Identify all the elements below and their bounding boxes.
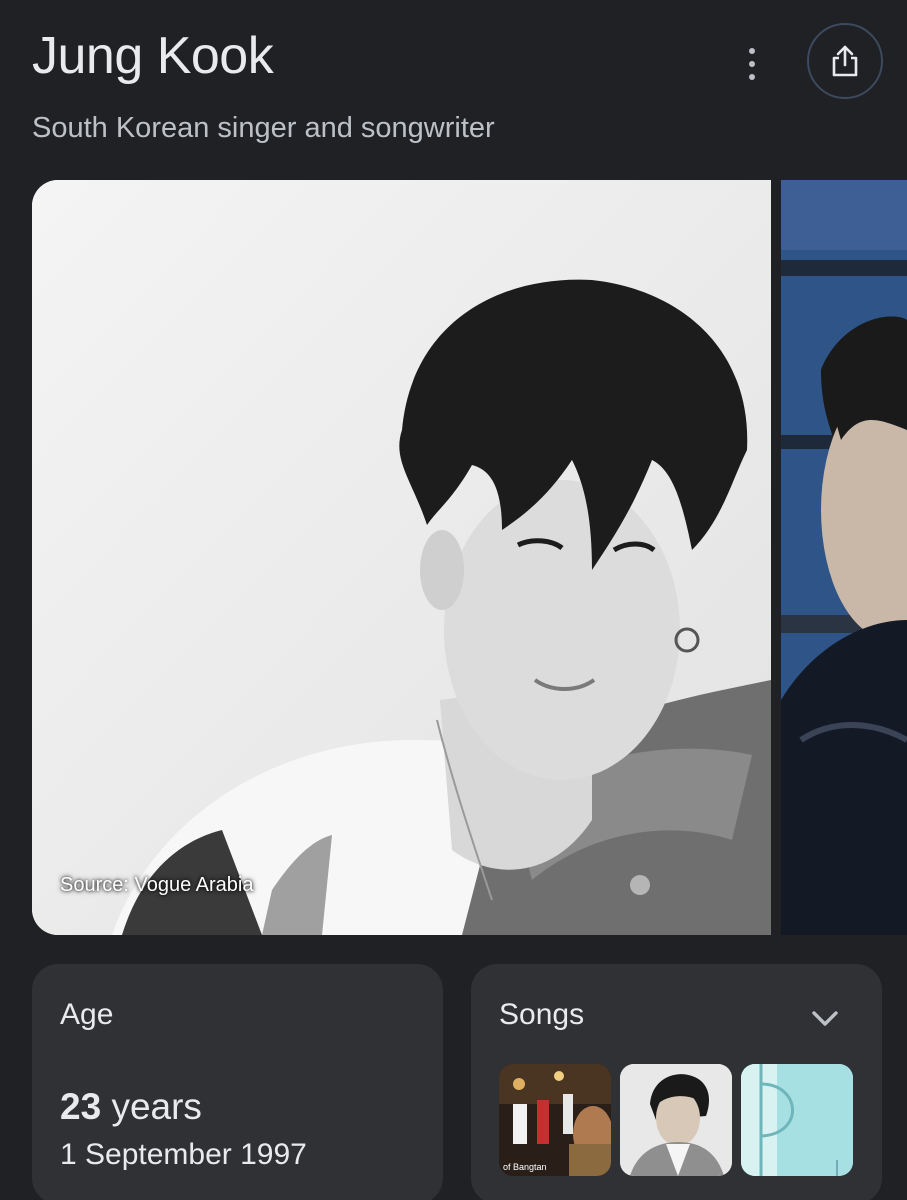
song-thumbnail[interactable] xyxy=(620,1064,732,1176)
song-cover-image xyxy=(499,1064,611,1176)
age-label: Age xyxy=(60,998,114,1031)
songs-label: Songs xyxy=(499,998,585,1031)
entity-header: Jung Kook South Korean singer and songwr… xyxy=(32,23,883,166)
songs-card[interactable]: Songs of Bangtan xyxy=(471,964,882,1200)
secondary-image[interactable] xyxy=(781,180,907,935)
song-thumbnail[interactable] xyxy=(741,1064,853,1176)
more-vert-icon xyxy=(749,48,755,54)
image-source-label: Source: Vogue Arabia xyxy=(60,874,254,896)
share-icon xyxy=(832,45,858,77)
more-options-button[interactable] xyxy=(738,42,766,86)
age-unit: years xyxy=(111,1086,202,1127)
age-card[interactable]: Age 23 years 1 September 1997 xyxy=(32,964,443,1200)
birth-date: 1 September 1997 xyxy=(60,1138,307,1171)
age-value: 23 years xyxy=(60,1086,202,1128)
chevron-down-icon[interactable] xyxy=(807,1000,843,1036)
song-thumbnail[interactable]: of Bangtan xyxy=(499,1064,611,1176)
hero-image[interactable]: Source: Vogue Arabia xyxy=(32,180,771,935)
secondary-photo xyxy=(781,180,907,935)
song-cover-image xyxy=(741,1064,853,1176)
entity-subtitle: South Korean singer and songwriter xyxy=(32,112,495,144)
share-button[interactable] xyxy=(807,23,883,99)
thumbnail-caption: of Bangtan xyxy=(503,1162,547,1172)
age-number: 23 xyxy=(60,1086,102,1127)
song-cover-image xyxy=(620,1064,732,1176)
page-title: Jung Kook xyxy=(32,27,274,85)
portrait-photo xyxy=(32,180,771,935)
